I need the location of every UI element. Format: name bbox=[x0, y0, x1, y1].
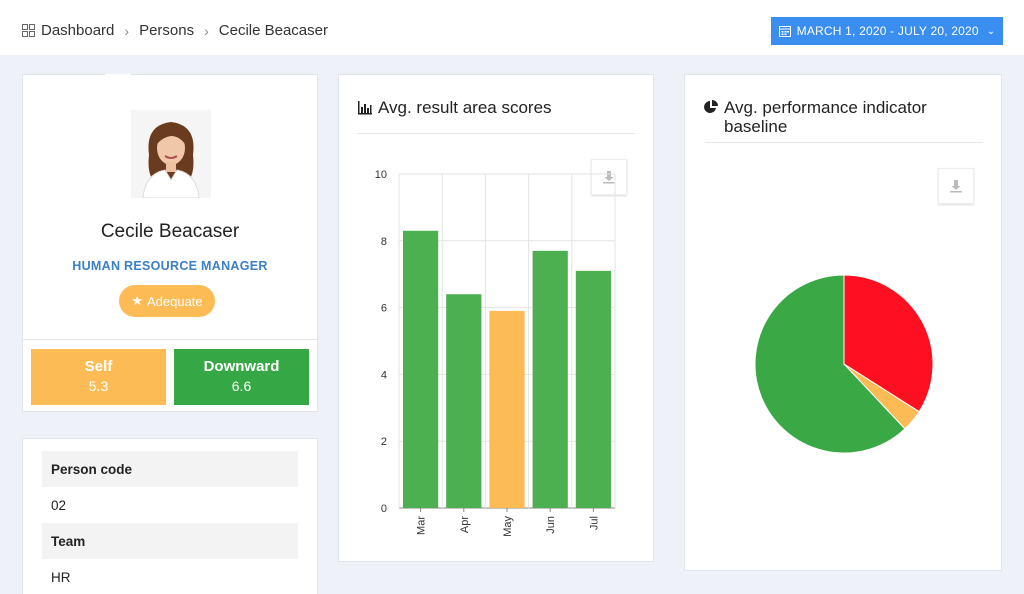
divider bbox=[357, 133, 635, 134]
x-tick-label: Jul bbox=[588, 516, 600, 530]
y-tick-label: 10 bbox=[375, 169, 387, 181]
x-tick-label: Mar bbox=[416, 516, 428, 535]
team-label: Team bbox=[42, 523, 298, 559]
bar-mar bbox=[403, 230, 439, 508]
chevron-down-icon: ⌄ bbox=[986, 25, 996, 37]
pie-card-title: Avg. performance indicator baseline bbox=[703, 98, 983, 136]
calendar-icon bbox=[778, 25, 791, 37]
bar-card-title: Avg. result area scores bbox=[357, 98, 552, 117]
downward-score-label: Downward bbox=[203, 358, 280, 375]
downward-score-value: 6.6 bbox=[231, 378, 252, 394]
profile-card: Cecile Beacaser HUMAN RESOURCE MANAGER ★… bbox=[22, 74, 318, 412]
person-code-label: Person code bbox=[42, 451, 298, 487]
pie-chart-download-button[interactable] bbox=[938, 168, 974, 204]
person-info-card: Person code 02 Team HR bbox=[22, 438, 318, 594]
top-bar: Dashboard › Persons › Cecile Beacaser MA… bbox=[0, 0, 1024, 55]
breadcrumb-current-person: Cecile Beacaser bbox=[218, 22, 328, 39]
breadcrumb: Dashboard › Persons › Cecile Beacaser bbox=[22, 22, 328, 39]
bar-may bbox=[489, 310, 525, 508]
status-badge-label: Adequate bbox=[146, 293, 203, 309]
breadcrumb-dashboard[interactable]: Dashboard bbox=[41, 22, 114, 39]
bar-jun bbox=[532, 250, 568, 508]
x-tick-label: May bbox=[502, 516, 514, 537]
chevron-right-icon: › bbox=[124, 22, 130, 39]
bar-chart: 0 2 4 6 8 10 Mar Apr May Jun Jul bbox=[375, 169, 616, 537]
self-score-value: 5.3 bbox=[88, 378, 109, 394]
pie-card-title-text: Avg. performance indicator baseline bbox=[724, 98, 927, 136]
chevron-right-icon: › bbox=[204, 22, 209, 39]
person-role: HUMAN RESOURCE MANAGER bbox=[72, 259, 268, 273]
download-icon bbox=[950, 180, 962, 193]
divider bbox=[23, 339, 317, 340]
breadcrumb-persons[interactable]: Persons bbox=[139, 22, 194, 39]
avatar bbox=[131, 110, 211, 198]
y-tick-label: 4 bbox=[381, 369, 387, 381]
pie-chart-icon bbox=[703, 99, 719, 115]
performance-indicator-card: Avg. performance indicator baseline bbox=[684, 74, 1002, 571]
person-name: Cecile Beacaser bbox=[100, 221, 240, 242]
x-tick-label: Apr bbox=[459, 516, 471, 533]
self-score-tile: Self 5.3 bbox=[31, 349, 166, 405]
main-content: Cecile Beacaser HUMAN RESOURCE MANAGER ★… bbox=[0, 55, 1024, 594]
star-icon: ★ bbox=[131, 293, 143, 308]
self-score-label: Self bbox=[84, 358, 113, 375]
date-range-label: MARCH 1, 2020 - JULY 20, 2020 bbox=[796, 24, 979, 38]
person-code-value: 02 bbox=[51, 497, 67, 513]
team-value: HR bbox=[51, 569, 71, 585]
y-tick-label: 8 bbox=[381, 236, 387, 248]
downward-score-tile: Downward 6.6 bbox=[174, 349, 309, 405]
pie-chart bbox=[754, 274, 934, 454]
bar-jul bbox=[575, 270, 611, 508]
bar-apr bbox=[446, 294, 482, 508]
y-tick-label: 0 bbox=[381, 503, 387, 515]
bar-card-title-text: Avg. result area scores bbox=[378, 98, 552, 117]
result-area-scores-card: Avg. result area scores 0 2 4 6 8 10 Mar Apr May… bbox=[338, 74, 654, 562]
bar-chart-icon bbox=[357, 99, 373, 115]
y-tick-label: 2 bbox=[381, 436, 387, 448]
status-badge: ★ Adequate bbox=[119, 285, 215, 317]
date-range-button[interactable]: MARCH 1, 2020 - JULY 20, 2020 ⌄ bbox=[771, 17, 1003, 45]
dashboard-grid-icon bbox=[22, 24, 35, 37]
x-tick-label: Jun bbox=[545, 516, 557, 534]
divider bbox=[705, 142, 983, 143]
y-tick-label: 6 bbox=[381, 303, 387, 315]
